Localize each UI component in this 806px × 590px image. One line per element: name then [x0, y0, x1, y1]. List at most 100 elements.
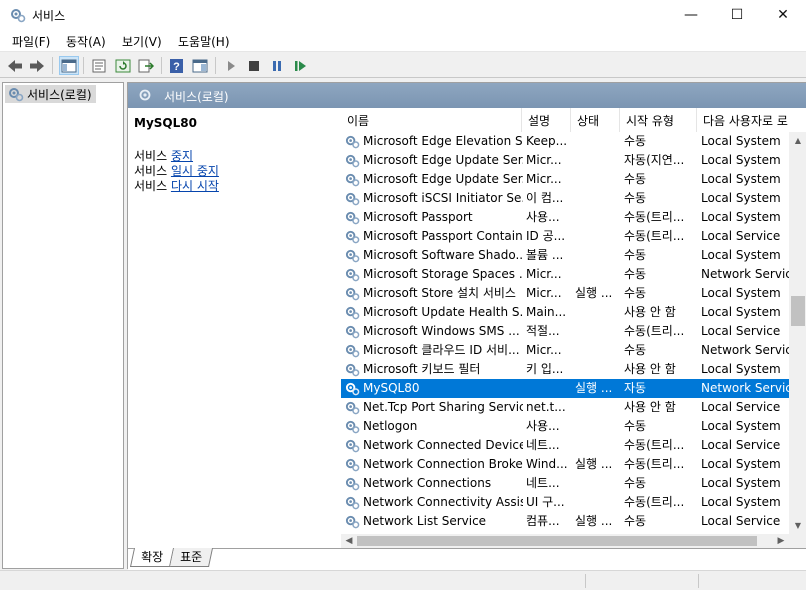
toolbar: ? [0, 53, 806, 78]
tree-item-services-local[interactable]: 서비스(로컬) [5, 85, 96, 103]
restart-service-button[interactable] [290, 56, 310, 75]
table-row[interactable]: Network List Service 컴퓨... 실행 ... 수동 Local S… [341, 512, 789, 531]
service-gear-icon [345, 211, 360, 225]
service-description-cell: 컴퓨... [526, 514, 560, 528]
table-row[interactable]: Microsoft Windows SMS ... 적절... 수동(트리... Lo… [341, 322, 789, 341]
service-description-cell: Micr... [526, 267, 562, 281]
table-row[interactable]: Microsoft Storage Spaces ... Micr... 수동 Net… [341, 265, 789, 284]
scroll-down-icon[interactable]: ▼ [789, 517, 806, 534]
table-row[interactable]: Net.Tcp Port Sharing Service net.t... 사용 안… [341, 398, 789, 417]
service-description-cell: Wind... [526, 457, 568, 471]
service-name-cell: Microsoft Storage Spaces ... [363, 267, 523, 281]
table-row[interactable]: Network Connections 네트... 수동 Local System [341, 474, 789, 493]
scroll-left-icon[interactable]: ◀ [341, 534, 357, 548]
restart-service-link[interactable]: 다시 시작 [171, 179, 219, 193]
tab-extended[interactable]: 확장 [129, 548, 175, 567]
table-row[interactable]: Microsoft Passport 사용... 수동(트리... Local Sys… [341, 208, 789, 227]
table-row[interactable]: Microsoft iSCSI Initiator Se... 이 컴... 수동 L… [341, 189, 789, 208]
service-gear-icon [345, 135, 360, 149]
service-name-cell: MySQL80 [363, 381, 420, 395]
column-header-description[interactable]: 설명 [522, 108, 571, 132]
scroll-up-icon[interactable]: ▲ [789, 132, 806, 149]
view-button[interactable] [190, 56, 210, 75]
service-status-cell [575, 189, 619, 208]
service-logon-cell: Local System [701, 153, 781, 167]
service-startup-type-cell: 수동(트리... [624, 210, 685, 224]
service-description-cell: Micr... [526, 343, 562, 357]
service-gear-icon [345, 306, 360, 320]
title-bar: 서비스 — ☐ ✕ [0, 0, 806, 30]
table-row[interactable]: Microsoft 키보드 필터 키 입... 사용 안 함 Local System [341, 360, 789, 379]
toolbar-separator [52, 57, 53, 74]
service-name-cell: Microsoft Update Health S... [363, 305, 523, 319]
toolbar-separator [83, 57, 84, 74]
properties-button[interactable] [89, 56, 109, 75]
stop-service-link[interactable]: 중지 [171, 149, 193, 163]
toolbar-separator [215, 57, 216, 74]
service-name-cell: Microsoft Software Shado... [363, 248, 523, 262]
service-logon-cell: Network Service [701, 381, 789, 395]
service-logon-cell: Network Service [701, 343, 789, 357]
table-row[interactable]: Netlogon 사용... 수동 Local System [341, 417, 789, 436]
service-name-cell: Microsoft iSCSI Initiator Se... [363, 191, 523, 205]
table-row[interactable]: Network Connectivity Assis... UI 구... 수동(트… [341, 493, 789, 512]
table-row[interactable]: Microsoft Edge Update Ser... Micr... 수동 Loc… [341, 170, 789, 189]
table-row[interactable]: Network Connected Device... 네트... 수동(트리...… [341, 436, 789, 455]
tab-standard[interactable]: 표준 [169, 548, 214, 567]
services-window: 서비스 — ☐ ✕ 파일(F) 동작(A) 보기(V) 도움말(H) ? 서비스… [0, 0, 806, 590]
service-status-cell [575, 436, 619, 455]
maximize-button[interactable]: ☐ [714, 0, 760, 30]
minimize-button[interactable]: — [668, 0, 714, 30]
table-row[interactable]: Microsoft 클라우드 ID 서비... Micr... 수동 Network … [341, 341, 789, 360]
menu-help[interactable]: 도움말(H) [178, 33, 230, 50]
table-row[interactable]: Microsoft Edge Elevation S... Keep... 수동 Lo… [341, 132, 789, 151]
column-header-logon-as[interactable]: 다음 사용자로 로 [697, 108, 806, 132]
column-header-startup-type[interactable]: 시작 유형 [620, 108, 697, 132]
horizontal-scroll-thumb[interactable] [357, 536, 757, 546]
console-tree: 서비스(로컬) [2, 82, 124, 569]
menu-action[interactable]: 동작(A) [66, 33, 106, 50]
table-row[interactable]: Microsoft Passport Container ID 공... 수동(트리… [341, 227, 789, 246]
tree-item-label: 서비스(로컬) [27, 87, 92, 102]
pause-service-button[interactable] [267, 56, 287, 75]
service-status-cell [575, 246, 619, 265]
vertical-scroll-thumb[interactable] [791, 296, 805, 326]
forward-button[interactable] [27, 56, 47, 75]
service-description-cell: net.t... [526, 400, 566, 414]
menu-file[interactable]: 파일(F) [12, 33, 50, 50]
stop-service-button[interactable] [244, 56, 264, 75]
close-icon: ✕ [777, 7, 789, 23]
menu-view[interactable]: 보기(V) [122, 33, 162, 50]
service-status-cell [575, 303, 619, 322]
line-prefix: 서비스 [134, 149, 171, 163]
table-row[interactable]: Microsoft Edge Update Ser... Micr... 자동(지연… [341, 151, 789, 170]
table-row[interactable]: Microsoft Update Health S... Main... 사용 안 … [341, 303, 789, 322]
service-gear-icon [345, 287, 360, 301]
export-list-button[interactable] [136, 56, 156, 75]
vertical-scrollbar[interactable]: ▲ ▼ [789, 132, 806, 534]
start-service-button[interactable] [221, 56, 241, 75]
back-button[interactable] [5, 56, 25, 75]
service-status-cell: 실행 ... [575, 514, 613, 528]
table-row[interactable]: Microsoft Software Shado... 볼륨 ... 수동 Local… [341, 246, 789, 265]
scroll-right-icon[interactable]: ▶ [773, 534, 789, 548]
sort-ascending-icon: ^ [427, 108, 435, 114]
service-logon-cell: Local System [701, 248, 781, 262]
table-row[interactable]: Network Connection Broker Wind... 실행 ... 수동… [341, 455, 789, 474]
service-startup-type-cell: 수동(트리... [624, 229, 685, 243]
status-divider [698, 574, 699, 588]
table-row[interactable]: MySQL80 실행 ... 자동 Network Service [341, 379, 789, 398]
column-header-name[interactable]: 이름 ^ [341, 108, 522, 132]
service-description-cell: 네트... [526, 438, 560, 452]
table-row[interactable]: Microsoft Store 설치 서비스 Micr... 실행 ... 수동 Loc… [341, 284, 789, 303]
service-name-cell: Microsoft 키보드 필터 [363, 362, 481, 376]
refresh-button[interactable] [113, 56, 133, 75]
horizontal-scrollbar[interactable]: ◀ ▶ [341, 534, 789, 548]
column-header-status[interactable]: 상태 [571, 108, 620, 132]
help-button[interactable]: ? [167, 56, 187, 75]
show-console-tree-button[interactable] [59, 56, 79, 75]
pause-service-link[interactable]: 일시 중지 [171, 164, 219, 178]
service-startup-type-cell: 자동(지연... [624, 153, 685, 167]
close-button[interactable]: ✕ [760, 0, 806, 30]
service-logon-cell: Local System [701, 419, 781, 433]
